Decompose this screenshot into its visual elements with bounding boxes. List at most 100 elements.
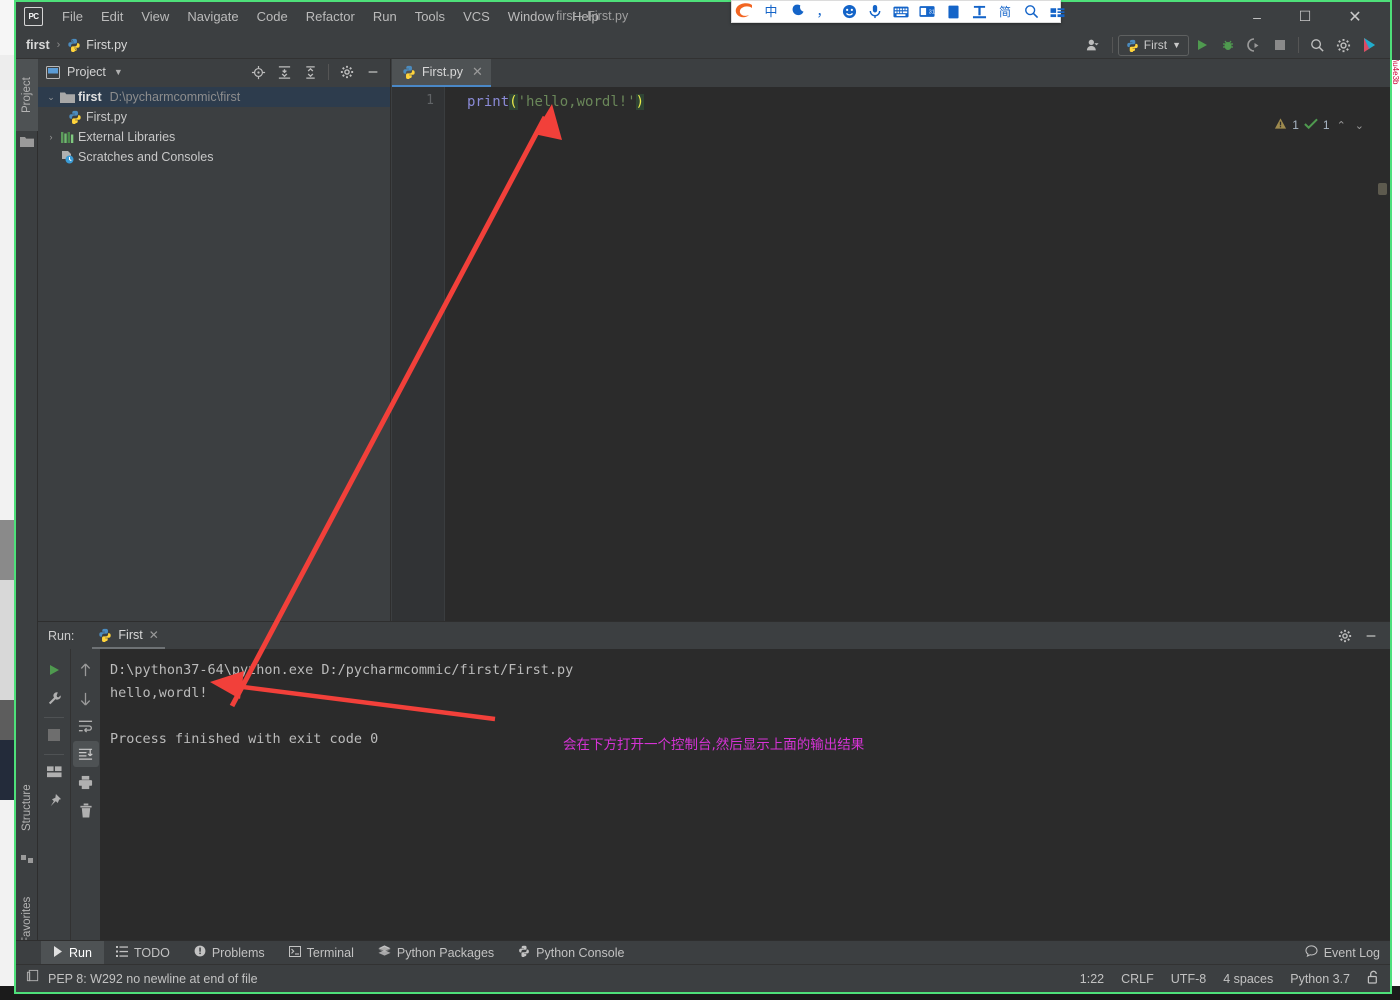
bottom-tab-terminal[interactable]: Terminal <box>277 941 366 965</box>
chevron-down-icon[interactable]: ⌄ <box>44 92 58 103</box>
run-panel-hide-icon[interactable] <box>1358 623 1384 649</box>
tree-node-first[interactable]: ⌄ first D:\pycharmcommic\first <box>38 87 390 107</box>
ime-keyboard-icon[interactable] <box>888 0 914 23</box>
breadcrumb-file[interactable]: First.py <box>86 38 127 52</box>
ime-mode-chinese-icon[interactable]: 中 <box>758 0 784 23</box>
menu-item-file[interactable]: File <box>53 7 92 26</box>
user-icon[interactable] <box>1081 32 1107 58</box>
pin-icon[interactable] <box>41 787 67 813</box>
close-button[interactable]: ✕ <box>1332 2 1378 31</box>
menu-item-view[interactable]: View <box>132 7 178 26</box>
ime-search-icon[interactable] <box>1018 0 1044 23</box>
event-log-button[interactable]: Event Log <box>1305 945 1380 960</box>
pycharm-logo-icon: PC <box>24 7 43 26</box>
stop-icon[interactable] <box>41 722 67 748</box>
run-config-name: First <box>1143 38 1168 52</box>
coverage-button[interactable] <box>1241 32 1267 58</box>
inspection-status-icon[interactable] <box>26 969 40 988</box>
navigation-bar: first › First.py First ▼ <box>16 31 1390 59</box>
indent-setting[interactable]: 4 spaces <box>1223 972 1273 986</box>
project-settings-gear-icon[interactable] <box>334 59 360 85</box>
menu-item-vcs[interactable]: VCS <box>454 7 499 26</box>
ime-punctuation-icon[interactable]: ， <box>810 0 836 23</box>
bottom-tab-todo[interactable]: TODO <box>104 941 182 965</box>
bottom-tab-python-packages[interactable]: Python Packages <box>366 941 506 965</box>
search-icon[interactable] <box>1304 32 1330 58</box>
inspection-widget[interactable]: 1 1 ⌃ ⌄ <box>1274 117 1366 133</box>
menu-item-run[interactable]: Run <box>364 7 406 26</box>
pycharm-window: PC File Edit View Navigate Code Refactor… <box>14 0 1392 994</box>
chevron-right-icon[interactable]: › <box>44 132 58 142</box>
project-panel-chevron-down-icon[interactable]: ▼ <box>114 67 123 77</box>
menu-item-code[interactable]: Code <box>248 7 297 26</box>
wrench-icon[interactable] <box>41 685 67 711</box>
ime-clipboard-icon[interactable] <box>940 0 966 23</box>
console-line: D:\python37-64\python.exe D:/pycharmcomm… <box>110 662 574 678</box>
toolbar-divider-2 <box>1298 37 1299 53</box>
updates-button[interactable] <box>1356 32 1382 58</box>
file-encoding[interactable]: UTF-8 <box>1171 972 1206 986</box>
expand-all-icon[interactable] <box>271 59 297 85</box>
sidebar-item-structure[interactable]: Structure <box>16 769 38 847</box>
gear-icon[interactable] <box>1330 32 1356 58</box>
collapse-all-icon[interactable] <box>297 59 323 85</box>
editor-scrollbar-thumb[interactable] <box>1378 183 1387 195</box>
caret-position[interactable]: 1:22 <box>1080 972 1104 986</box>
tree-node-firstpy[interactable]: First.py <box>38 107 390 127</box>
ime-translate-icon[interactable] <box>966 0 992 23</box>
soft-wrap-icon[interactable] <box>73 713 99 739</box>
menu-item-refactor[interactable]: Refactor <box>297 7 364 26</box>
code-text-area[interactable]: print('hello,wordl!') <box>444 87 1390 621</box>
ime-calendar-icon[interactable]: 31 <box>914 0 940 23</box>
menu-item-edit[interactable]: Edit <box>92 7 132 26</box>
run-tab-first[interactable]: First ✕ <box>92 622 165 649</box>
ime-simplified-icon[interactable]: 简 <box>992 0 1018 23</box>
debug-button[interactable] <box>1215 32 1241 58</box>
sogou-logo-icon[interactable] <box>732 0 758 23</box>
minimize-button[interactable]: – <box>1234 2 1280 31</box>
hide-panel-icon[interactable] <box>360 59 386 85</box>
run-panel-gear-icon[interactable] <box>1332 623 1358 649</box>
run-configuration-selector[interactable]: First ▼ <box>1117 34 1189 56</box>
background-window-left-edge <box>0 0 14 1000</box>
sogou-ime-toolbar[interactable]: 中 ， 31 简 <box>731 0 1064 23</box>
sidebar-item-project[interactable]: Project <box>16 59 38 131</box>
tree-node-scratches[interactable]: Scratches and Consoles <box>38 147 390 167</box>
close-icon[interactable]: ✕ <box>149 628 159 642</box>
status-message: PEP 8: W292 no newline at end of file <box>48 971 258 986</box>
trash-icon[interactable] <box>73 797 99 823</box>
rerun-icon[interactable] <box>41 657 67 683</box>
menu-item-window[interactable]: Window <box>499 7 563 26</box>
maximize-button[interactable]: ☐ <box>1282 2 1328 31</box>
tab-first-py[interactable]: First.py ✕ <box>392 59 491 87</box>
locate-icon[interactable] <box>245 59 271 85</box>
ime-toolbox-icon[interactable] <box>1044 0 1070 23</box>
layout-icon[interactable] <box>41 759 67 785</box>
down-arrow-icon[interactable] <box>73 685 99 711</box>
run-panel-header: Run: First ✕ <box>38 622 1390 649</box>
run-button[interactable] <box>1189 32 1215 58</box>
scroll-to-end-icon[interactable] <box>72 741 99 767</box>
next-highlight-icon[interactable]: ⌄ <box>1353 119 1366 132</box>
ime-voice-icon[interactable] <box>862 0 888 23</box>
unlocked-icon[interactable] <box>1367 970 1380 987</box>
menu-item-navigate[interactable]: Navigate <box>178 7 247 26</box>
up-arrow-icon[interactable] <box>73 657 99 683</box>
print-icon[interactable] <box>73 769 99 795</box>
ime-moon-icon[interactable] <box>784 0 810 23</box>
line-separator[interactable]: CRLF <box>1121 972 1154 986</box>
favorites-strip-label: Favorites <box>21 896 33 944</box>
breadcrumb-project[interactable]: first <box>26 38 50 52</box>
menu-item-tools[interactable]: Tools <box>406 7 454 26</box>
tree-node-external-libraries[interactable]: › External Libraries <box>38 127 390 147</box>
interpreter-setting[interactable]: Python 3.7 <box>1290 972 1350 986</box>
run-console-output[interactable]: D:\python37-64\python.exe D:/pycharmcomm… <box>100 649 1390 947</box>
stop-button[interactable] <box>1267 32 1293 58</box>
svg-text:31: 31 <box>929 10 935 16</box>
close-icon[interactable]: ✕ <box>472 64 483 80</box>
bottom-tab-python-console[interactable]: Python Console <box>506 941 636 965</box>
bottom-tab-run[interactable]: Run <box>41 940 104 965</box>
previous-highlight-icon[interactable]: ⌃ <box>1335 119 1348 132</box>
bottom-tab-problems[interactable]: Problems <box>182 941 277 965</box>
ime-emoji-icon[interactable] <box>836 0 862 23</box>
